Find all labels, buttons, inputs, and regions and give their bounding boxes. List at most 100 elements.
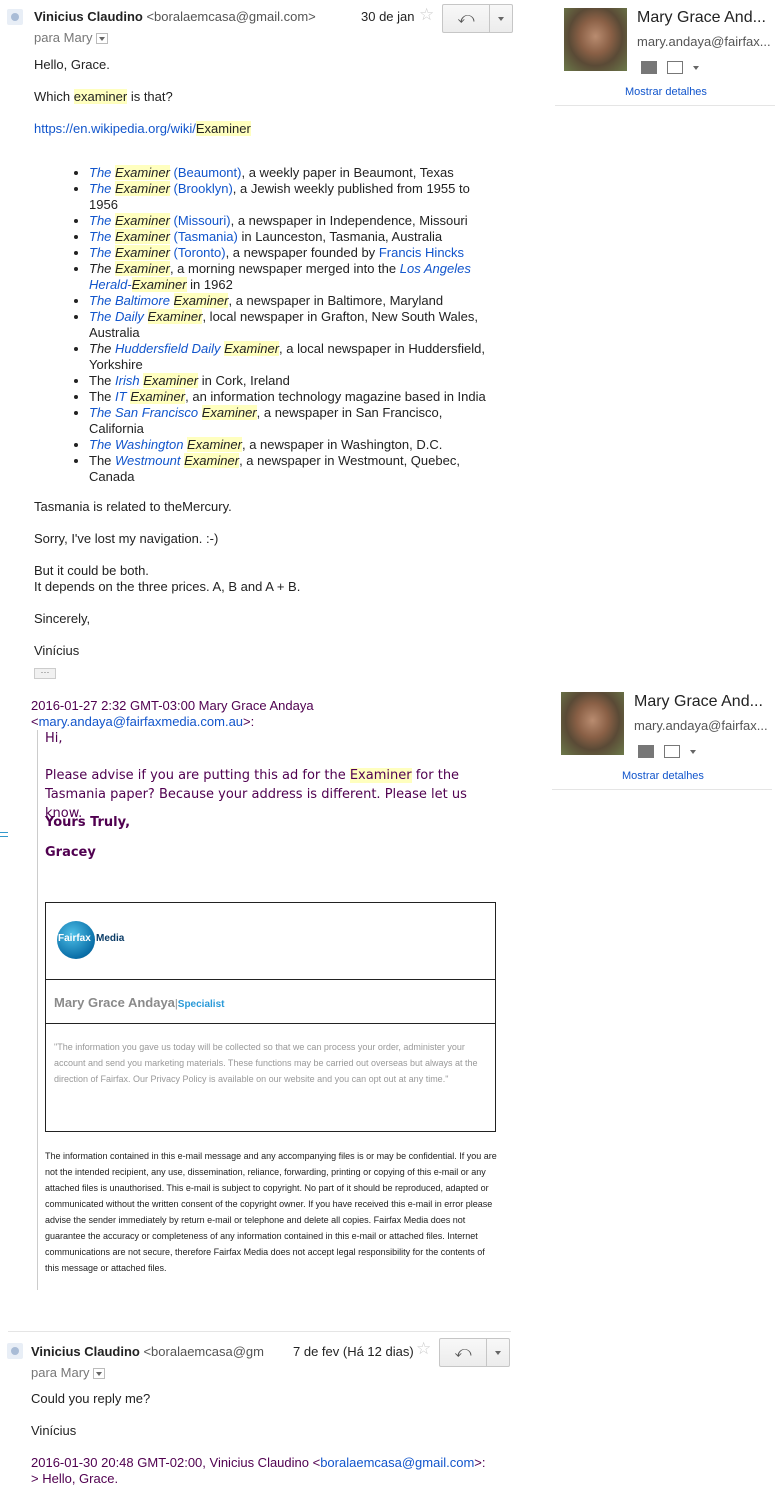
quote-email-link[interactable]: boralaemcasa@gmail.com bbox=[320, 1455, 474, 1470]
sender-name[interactable]: Vinicius Claudino bbox=[31, 1344, 140, 1359]
contact-name[interactable]: Mary Grace And... bbox=[634, 693, 772, 711]
quote-closing: Yours Truly, bbox=[45, 815, 131, 830]
paragraph: It depends on the three prices. A, B and… bbox=[34, 579, 301, 594]
quote-signature: Gracey bbox=[45, 845, 96, 860]
paragraph: Sorry, I've lost my navigation. :-) bbox=[34, 531, 219, 546]
chat-icon[interactable] bbox=[641, 61, 657, 74]
reply-icon: ⤺ bbox=[457, 9, 475, 27]
quote-header-email: <mary.andaya@fairfaxmedia.com.au>: bbox=[31, 714, 255, 729]
privacy-notice: "The information you gave us today will … bbox=[54, 1042, 478, 1084]
sender-email: <boralaemcasa@gm bbox=[143, 1344, 264, 1359]
quote-header: 2016-01-30 20:48 GMT-02:00, Vinicius Cla… bbox=[31, 1455, 486, 1470]
signature-box: Fairfax Media Mary Grace Andaya|Speciali… bbox=[45, 902, 496, 1132]
list-item: The IT Examiner, an information technolo… bbox=[89, 389, 487, 405]
logo-text: Media bbox=[96, 933, 125, 944]
signature-title: Specialist bbox=[177, 999, 225, 1010]
contact-email[interactable]: mary.andaya@fairfax... bbox=[634, 718, 772, 733]
list-item: The San Francisco Examiner, a newspaper … bbox=[89, 405, 487, 437]
list-item: The Westmount Examiner, a newspaper in W… bbox=[89, 453, 487, 485]
reply-icon: ⤺ bbox=[454, 1343, 472, 1361]
link-highlight[interactable]: Examiner bbox=[195, 121, 251, 136]
legal-disclaimer: The information contained in this e-mail… bbox=[45, 1151, 497, 1273]
list-item: The Washington Examiner, a newspaper in … bbox=[89, 437, 487, 453]
star-icon[interactable]: ☆ bbox=[416, 1339, 431, 1359]
contact-email[interactable]: mary.andaya@fairfax... bbox=[637, 34, 775, 49]
expand-handle-icon[interactable] bbox=[0, 832, 8, 837]
star-icon[interactable]: ☆ bbox=[419, 5, 434, 25]
signature: Vinícius bbox=[31, 1423, 77, 1438]
list-item: The Irish Examiner in Cork, Ireland bbox=[89, 373, 487, 389]
divider bbox=[46, 979, 495, 980]
list-item: The Examiner (Brooklyn), a Jewish weekly… bbox=[89, 181, 487, 213]
logo-text: Fairfax bbox=[58, 933, 91, 944]
list-item: The Examiner (Beaumont), a weekly paper … bbox=[89, 165, 487, 181]
signature-name: Mary Grace Andaya bbox=[54, 995, 175, 1010]
closing: Sincerely, bbox=[34, 611, 91, 626]
reply-button-group: ⤺ bbox=[442, 4, 513, 33]
contact-name[interactable]: Mary Grace And... bbox=[637, 9, 775, 27]
quote-greeting: Hi, bbox=[45, 731, 63, 746]
list-item: The Examiner (Toronto), a newspaper foun… bbox=[89, 245, 487, 261]
examiner-list: The Examiner (Beaumont), a weekly paper … bbox=[71, 165, 487, 485]
list-item: The Examiner, a morning newspaper merged… bbox=[89, 261, 487, 293]
message-date: 30 de jan bbox=[361, 9, 415, 24]
message-body: Could you reply me? bbox=[31, 1391, 151, 1406]
recipient-label: para Mary bbox=[34, 30, 93, 45]
recipient-dropdown-icon[interactable] bbox=[95, 33, 108, 45]
quote-line: > Hello, Grace. bbox=[31, 1471, 119, 1486]
signature: Vinícius bbox=[34, 643, 80, 658]
contact-actions bbox=[638, 745, 696, 758]
paragraph: But it could be both. bbox=[34, 563, 149, 578]
message-date: 7 de fev (Há 12 dias) bbox=[293, 1344, 414, 1359]
recipient-label: para Mary bbox=[31, 1365, 90, 1380]
recipient-dropdown-icon[interactable] bbox=[92, 1368, 105, 1380]
highlight: examiner bbox=[73, 89, 128, 104]
sender-avatar bbox=[7, 1343, 23, 1359]
chevron-down-icon[interactable] bbox=[693, 65, 699, 70]
recipient-line[interactable]: para Mary bbox=[31, 1365, 105, 1380]
show-details-link[interactable]: Mostrar detalhes bbox=[622, 770, 704, 782]
chat-icon[interactable] bbox=[638, 745, 654, 758]
card-divider bbox=[555, 105, 775, 106]
chevron-down-icon[interactable] bbox=[690, 749, 696, 754]
more-actions-button[interactable] bbox=[490, 5, 512, 32]
signature-name-line: Mary Grace Andaya|Specialist bbox=[54, 995, 225, 1010]
sender-email: <boralaemcasa@gmail.com> bbox=[146, 9, 316, 24]
show-details-link[interactable]: Mostrar detalhes bbox=[625, 86, 707, 98]
sender-name[interactable]: Vinicius Claudino bbox=[34, 9, 143, 24]
question-line: Which examiner is that? bbox=[34, 89, 173, 104]
list-item: The Daily Examiner, local newspaper in G… bbox=[89, 309, 487, 341]
quote-bar bbox=[37, 730, 39, 1290]
text: Which bbox=[34, 89, 74, 104]
quote-header: 2016-01-27 2:32 GMT-03:00 Mary Grace And… bbox=[31, 698, 314, 713]
message-divider bbox=[8, 1331, 511, 1332]
reply-button-group: ⤺ bbox=[439, 1338, 510, 1367]
quote-email-link[interactable]: mary.andaya@fairfaxmedia.com.au bbox=[39, 714, 243, 729]
greeting: Hello, Grace. bbox=[34, 57, 110, 72]
list-item: The Examiner (Missouri), a newspaper in … bbox=[89, 213, 487, 229]
contact-photo[interactable] bbox=[564, 8, 627, 71]
reply-button[interactable]: ⤺ bbox=[443, 5, 490, 32]
contact-photo[interactable] bbox=[561, 692, 624, 755]
list-item: The Examiner (Tasmania) in Launceston, T… bbox=[89, 229, 487, 245]
link-text[interactable]: https://en.wikipedia.org/wiki/ bbox=[34, 121, 196, 136]
chevron-down-icon bbox=[498, 16, 504, 21]
recipient-line[interactable]: para Mary bbox=[34, 30, 108, 45]
text: is that? bbox=[127, 89, 173, 104]
card-divider bbox=[552, 789, 772, 790]
message-header: Vinicius Claudino <boralaemcasa@gmail.co… bbox=[34, 9, 316, 24]
more-actions-button[interactable] bbox=[487, 1339, 509, 1366]
reply-button[interactable]: ⤺ bbox=[440, 1339, 487, 1366]
chevron-down-icon bbox=[495, 1350, 501, 1355]
show-trimmed-content-button[interactable]: ··· bbox=[34, 668, 56, 679]
mail-icon[interactable] bbox=[667, 61, 683, 74]
list-item: The Baltimore Examiner, a newspaper in B… bbox=[89, 293, 487, 309]
mail-icon[interactable] bbox=[664, 745, 680, 758]
message-header: Vinicius Claudino <boralaemcasa@gm bbox=[31, 1344, 271, 1359]
wikipedia-link[interactable]: https://en.wikipedia.org/wiki/Examiner bbox=[34, 121, 251, 136]
divider bbox=[46, 1023, 495, 1024]
paragraph: Tasmania is related to theMercury. bbox=[34, 499, 232, 514]
sender-avatar bbox=[7, 9, 23, 25]
list-item: The Huddersfield Daily Examiner, a local… bbox=[89, 341, 487, 373]
contact-actions bbox=[641, 61, 699, 74]
